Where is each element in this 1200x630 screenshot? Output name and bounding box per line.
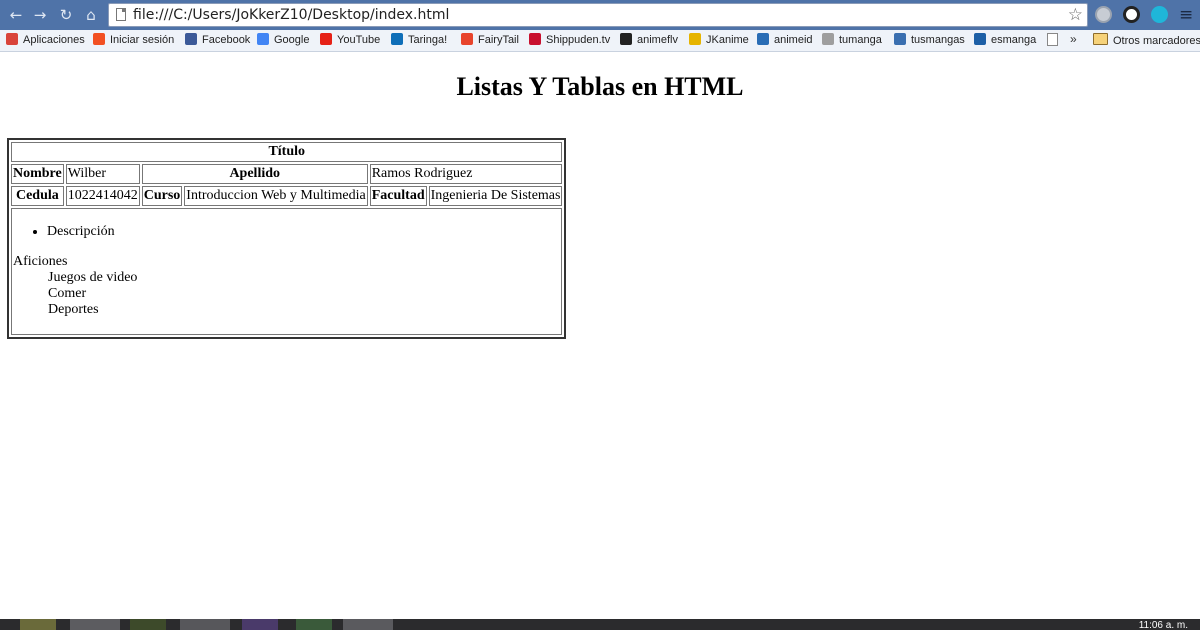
bookmark-star-icon[interactable]: ☆	[1068, 5, 1083, 25]
table-row: Descripción Aficiones Juegos de video Co…	[11, 208, 563, 335]
bookmark-favicon-icon	[894, 33, 906, 45]
aficion-item: Juegos de video	[48, 270, 138, 285]
home-icon[interactable]: ⌂	[81, 5, 101, 25]
reload-icon[interactable]: ↻	[56, 5, 76, 25]
bookmark-item[interactable]: Shippuden.tv	[529, 33, 610, 48]
bookmark-label: Aplicaciones	[23, 34, 85, 46]
taskbar: 11:06 a. m.	[0, 619, 1200, 630]
bookmark-item[interactable]: Iniciar sesión	[93, 33, 174, 48]
bookmark-label: tumanga	[839, 34, 882, 46]
aficiones-term: Aficiones	[13, 254, 68, 269]
nombre-label: Nombre	[11, 164, 64, 184]
bookmark-favicon-icon	[822, 33, 834, 45]
extension-icon[interactable]	[1095, 6, 1112, 23]
bookmark-favicon-icon	[391, 33, 403, 45]
taskbar-app-icon[interactable]	[296, 619, 332, 630]
apellido-label: Apellido	[141, 164, 368, 184]
blank-page-icon	[1047, 33, 1058, 46]
bookmark-favicon-icon	[320, 33, 332, 45]
back-arrow-icon[interactable]: ←	[6, 5, 26, 25]
bookmark-favicon-icon	[257, 33, 269, 45]
bookmark-label: Taringa!	[408, 34, 448, 46]
info-table: Título Nombre Wilber Apellido Ramos Rodr…	[7, 138, 567, 339]
bookmark-label: animeflv	[637, 34, 678, 46]
bookmark-label: esmanga	[991, 34, 1037, 46]
apellido-value: Ramos Rodriguez	[369, 164, 563, 184]
description-list: Descripción	[12, 223, 561, 240]
bookmark-item[interactable]: Taringa!	[391, 33, 447, 48]
url-text[interactable]: file:///C:/Users/JoKkerZ10/Desktop/index…	[133, 7, 449, 23]
bookmarks-bar: » Otros marcadores Aplicaciones Iniciar s…	[0, 30, 1200, 52]
bookmark-label: YouTube	[337, 34, 381, 46]
curso-value: Introduccion Web y Multimedia	[184, 186, 368, 206]
share-extension-icon[interactable]	[1151, 6, 1168, 23]
bookmark-item[interactable]: FairyTail	[461, 33, 519, 48]
description-cell: Descripción Aficiones Juegos de video Co…	[11, 208, 563, 335]
taskbar-app-icon[interactable]	[343, 619, 393, 630]
aficiones-list: Aficiones Juegos de video Comer Deportes	[12, 254, 561, 318]
page-bookmark-icon[interactable]	[1047, 33, 1063, 48]
bookmark-label: Facebook	[202, 34, 251, 46]
bookmark-label: animeid	[774, 34, 813, 46]
taskbar-app-icon[interactable]	[20, 619, 56, 630]
bookmark-favicon-icon	[93, 33, 105, 45]
taskbar-app-icon[interactable]	[130, 619, 166, 630]
taskbar-app-icon[interactable]	[242, 619, 278, 630]
facultad-value: Ingenieria De Sistemas	[428, 186, 563, 206]
nombre-value: Wilber	[65, 164, 140, 184]
aficion-item: Deportes	[48, 302, 99, 317]
cedula-value: 1022414042	[65, 186, 140, 206]
bookmark-item[interactable]: animeid	[757, 33, 813, 48]
forward-arrow-icon[interactable]: →	[30, 5, 50, 25]
bookmark-favicon-icon	[757, 33, 769, 45]
taskbar-chrome-icon[interactable]	[70, 619, 120, 630]
bookmark-item[interactable]: animeflv	[620, 33, 678, 48]
bookmark-favicon-icon	[461, 33, 473, 45]
bookmarks-overflow-icon[interactable]: »	[1070, 32, 1077, 46]
bookmark-item[interactable]: JKanime	[689, 33, 749, 48]
curso-label: Curso	[141, 186, 183, 206]
bookmark-favicon-icon	[974, 33, 986, 45]
bookmark-favicon-icon	[620, 33, 632, 45]
bookmark-favicon-icon	[185, 33, 197, 45]
bookmark-label: JKanime	[706, 34, 749, 46]
taskbar-clock[interactable]: 11:06 a. m.	[1139, 621, 1188, 630]
page-icon	[116, 8, 126, 21]
bookmark-item[interactable]: tusmangas	[894, 33, 965, 48]
opera-extension-icon[interactable]	[1123, 6, 1140, 23]
menu-icon[interactable]: ≡	[1179, 5, 1193, 25]
table-row: Título	[11, 142, 563, 162]
bookmark-label: Iniciar sesión	[110, 34, 175, 46]
folder-icon	[1093, 33, 1108, 45]
table-row: Nombre Wilber Apellido Ramos Rodriguez	[11, 164, 563, 184]
browser-toolbar: ← → ↻ ⌂ file:///C:/Users/JoKkerZ10/Deskt…	[0, 0, 1200, 30]
page-title: Listas Y Tablas en HTML	[456, 72, 744, 101]
other-bookmarks-label: Otros marcadores	[1113, 35, 1200, 47]
list-item: Descripción	[47, 223, 561, 240]
table-row: Cedula 1022414042 Curso Introduccion Web…	[11, 186, 563, 206]
bookmark-favicon-icon	[6, 33, 18, 45]
bookmark-favicon-icon	[529, 33, 541, 45]
bookmark-label: Shippuden.tv	[546, 34, 611, 46]
aficion-item: Comer	[48, 286, 87, 301]
bookmark-label: tusmangas	[911, 34, 965, 46]
taskbar-app-icon[interactable]	[180, 619, 230, 630]
bookmark-item[interactable]: esmanga	[974, 33, 1036, 48]
bookmark-item[interactable]: tumanga	[822, 33, 882, 48]
bookmark-label: Google	[274, 34, 310, 46]
cedula-label: Cedula	[11, 186, 64, 206]
facultad-label: Facultad	[369, 186, 427, 206]
table-header: Título	[11, 142, 563, 162]
other-bookmarks-folder[interactable]: Otros marcadores	[1093, 33, 1200, 48]
bookmark-item[interactable]: Facebook	[185, 33, 250, 48]
bookmark-item[interactable]: Google	[257, 33, 309, 48]
address-bar[interactable]: file:///C:/Users/JoKkerZ10/Desktop/index…	[108, 3, 1088, 27]
bookmark-item[interactable]: YouTube	[320, 33, 380, 48]
bookmark-label: FairyTail	[478, 34, 519, 46]
bookmark-favicon-icon	[689, 33, 701, 45]
bookmark-item[interactable]: Aplicaciones	[6, 33, 85, 48]
